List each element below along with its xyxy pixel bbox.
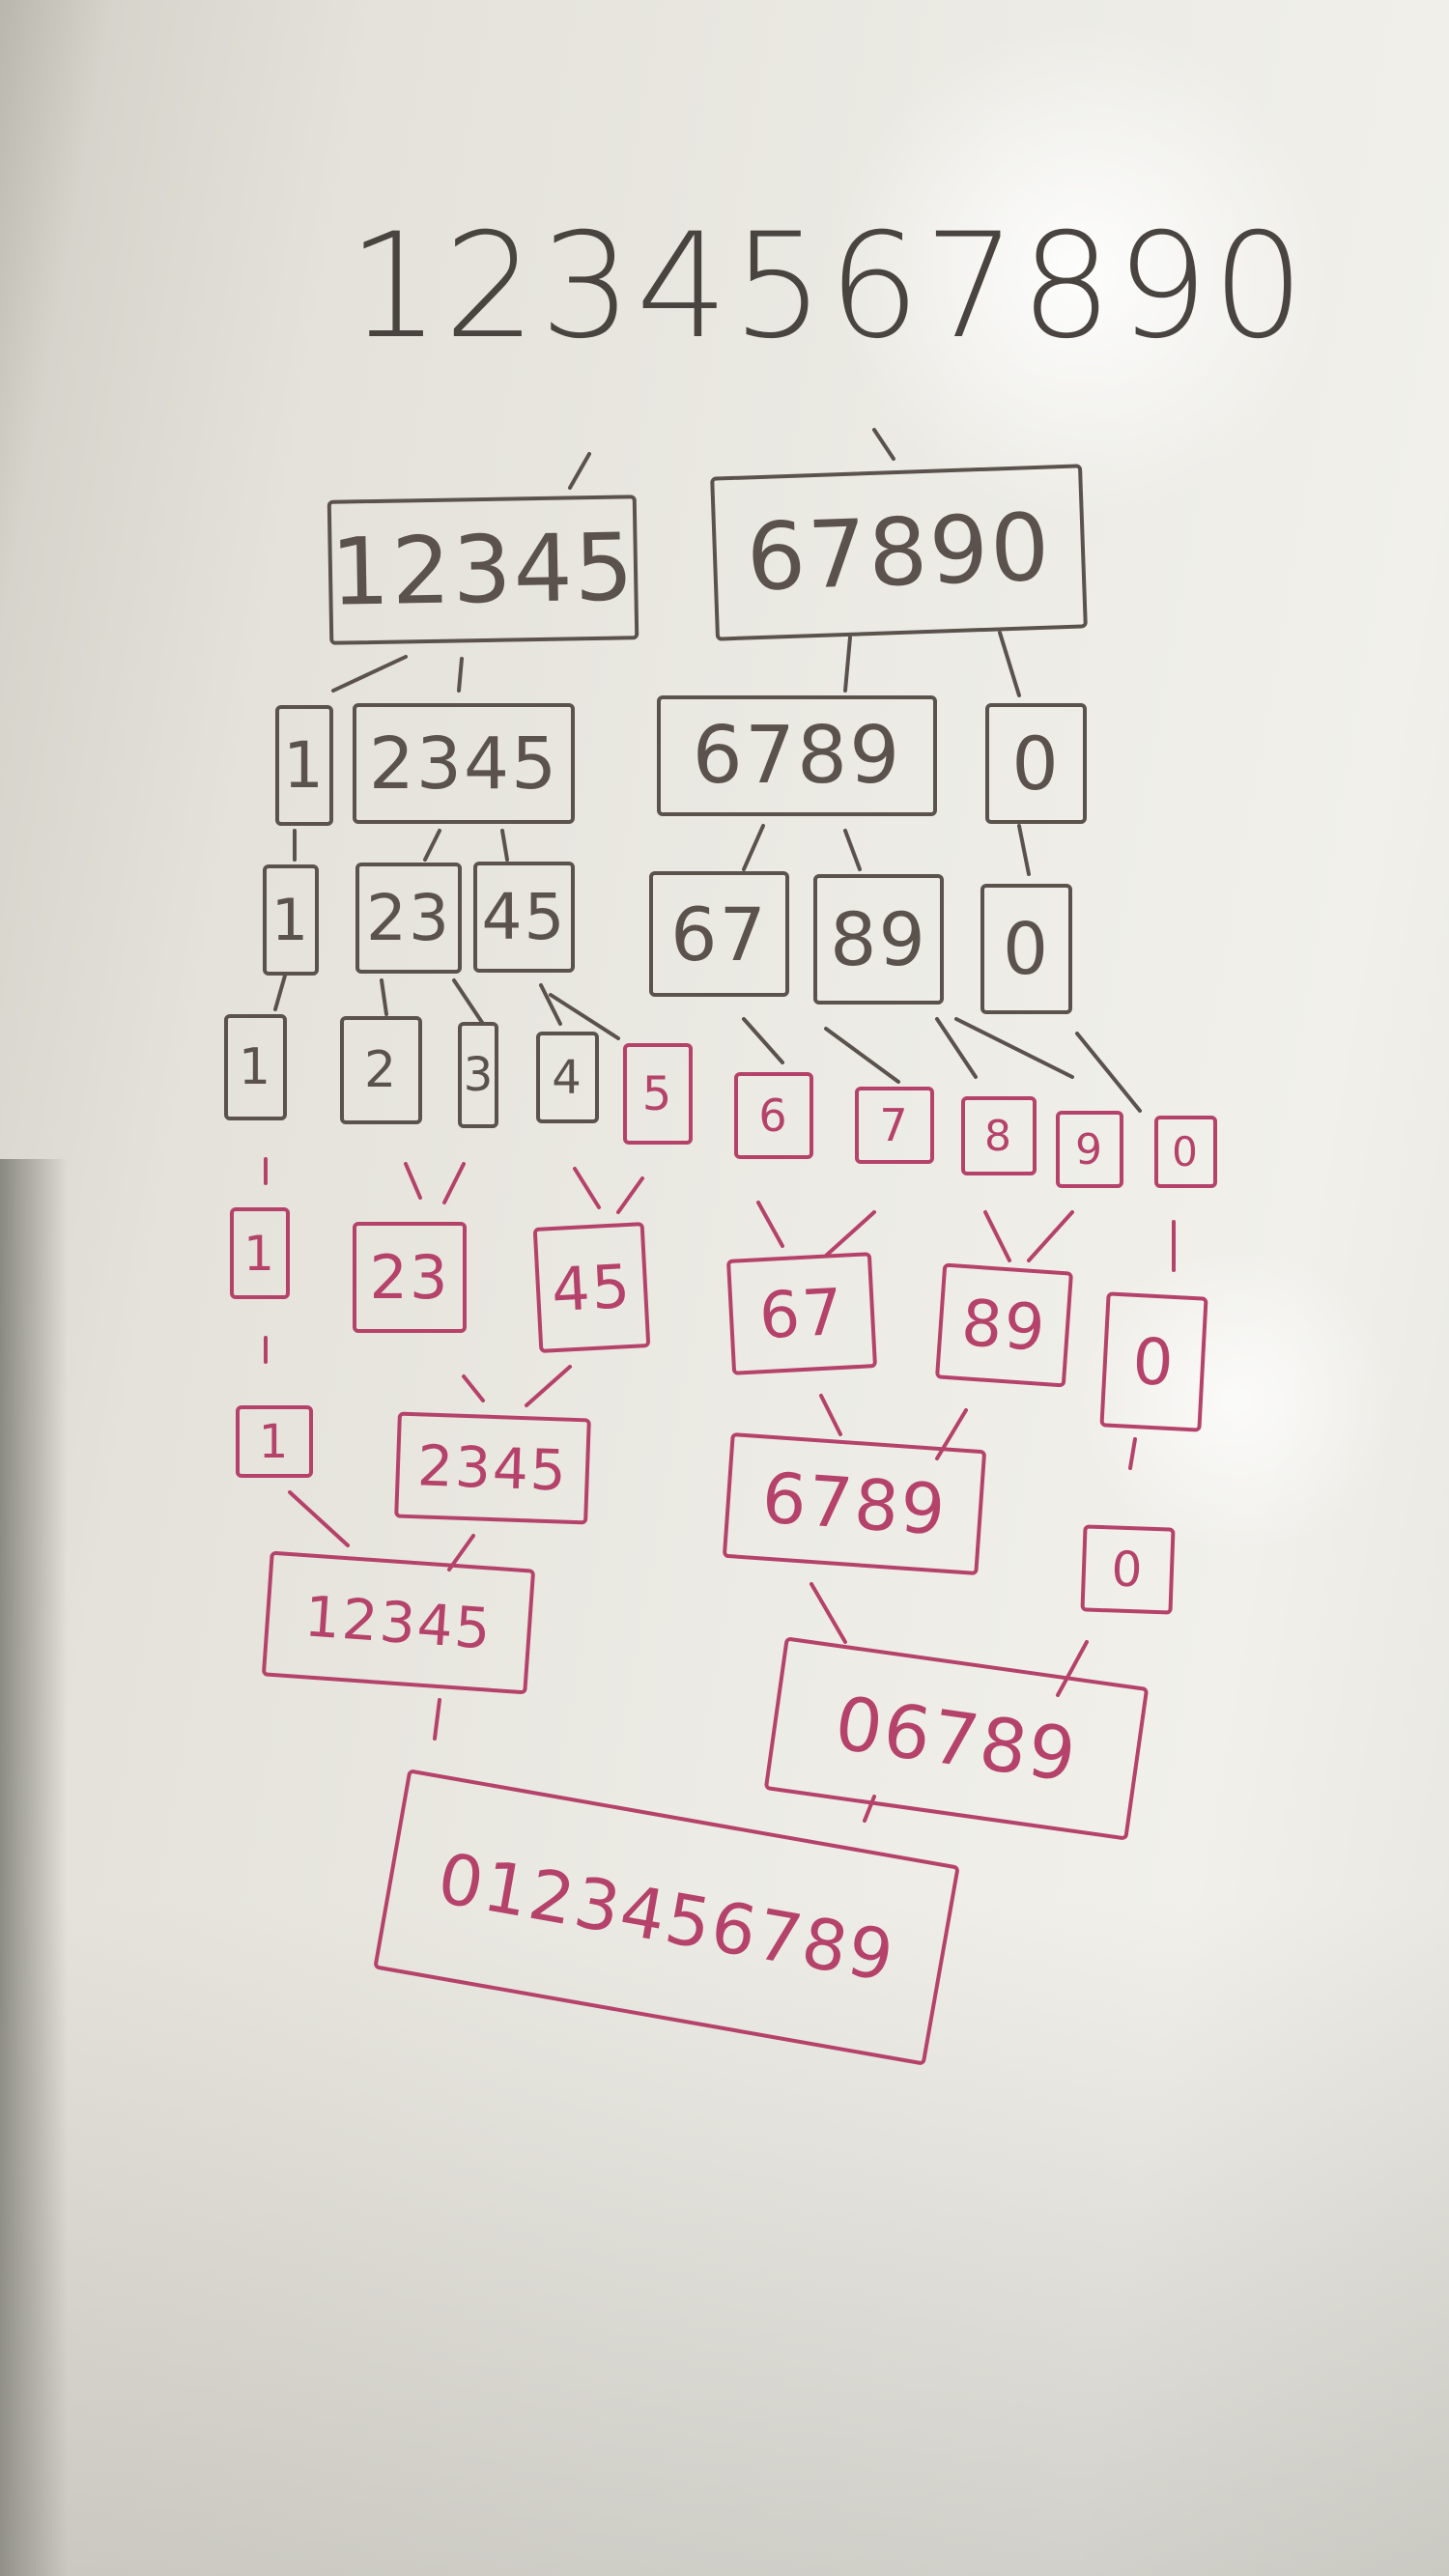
single-box-5: 5 <box>623 1043 693 1145</box>
single-box-2: 2 <box>340 1016 422 1124</box>
split-level2-box-6789: 6789 <box>657 695 937 816</box>
merge-level1-box-67: 67 <box>725 1252 878 1375</box>
split-level3-box-1: 1 <box>263 864 319 976</box>
split-level3-box-67: 67 <box>649 871 789 997</box>
merge-level2-box-6789: 6789 <box>722 1431 987 1576</box>
split-level3-box-89: 89 <box>813 874 944 1005</box>
merge-level2-box-2345: 2345 <box>394 1411 591 1525</box>
merge-level2-box-1: 1 <box>236 1405 313 1478</box>
single-box-0: 0 <box>1154 1116 1217 1188</box>
single-box-3: 3 <box>458 1022 498 1128</box>
split-level1-box-left: 12345 <box>327 495 639 645</box>
split-level2-box-0: 0 <box>985 703 1087 824</box>
merge-level3-box-12345: 12345 <box>261 1550 536 1695</box>
single-box-4: 4 <box>536 1032 599 1123</box>
merge-level1-box-23: 23 <box>353 1222 467 1333</box>
merge-level2-box-0: 0 <box>1080 1524 1176 1615</box>
single-box-1: 1 <box>224 1014 287 1120</box>
single-box-9: 9 <box>1056 1111 1123 1188</box>
merge-level1-box-45: 45 <box>532 1222 651 1353</box>
split-level3-box-0: 0 <box>980 884 1072 1014</box>
split-level1-box-right: 67890 <box>710 464 1088 641</box>
top-sequence: 1234567890 <box>348 203 1309 371</box>
single-box-6: 6 <box>734 1072 813 1159</box>
split-level3-box-23: 23 <box>355 863 462 974</box>
split-level2-box-2345: 2345 <box>353 703 575 824</box>
merge-level1-box-1: 1 <box>230 1207 290 1299</box>
split-level3-box-45: 45 <box>473 862 575 973</box>
merge-level1-box-89: 89 <box>934 1262 1074 1388</box>
single-box-7: 7 <box>855 1087 934 1164</box>
merge-level1-box-0: 0 <box>1099 1291 1208 1432</box>
single-box-8: 8 <box>961 1096 1037 1175</box>
split-level2-box-1: 1 <box>275 705 333 826</box>
